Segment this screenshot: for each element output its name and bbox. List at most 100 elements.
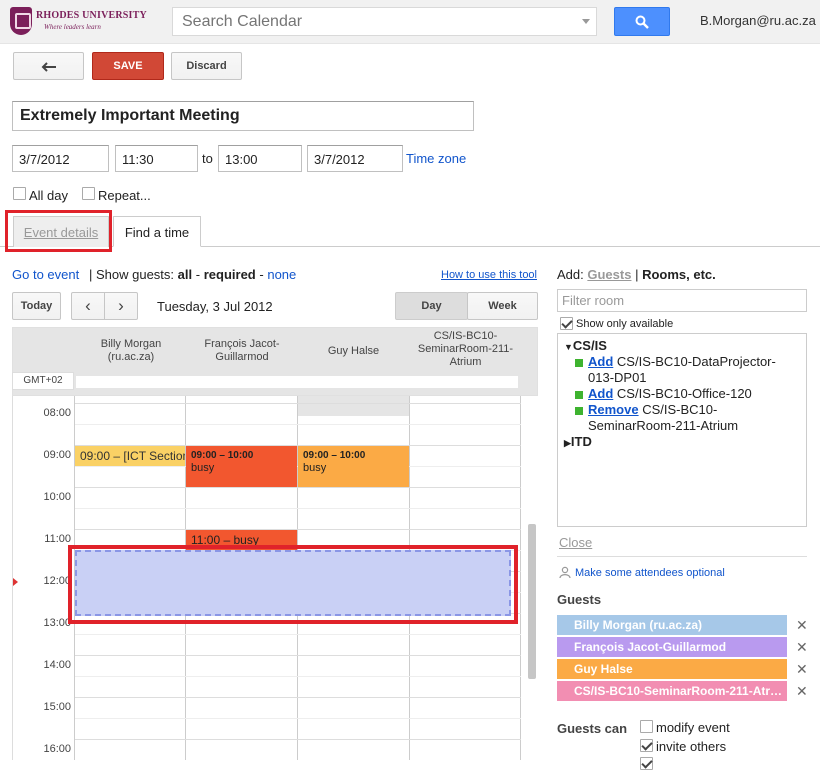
event-time: 09:00 – 10:00: [303, 450, 366, 461]
all-day-checkbox[interactable]: [13, 187, 26, 200]
time-zone-link[interactable]: Time zone: [406, 151, 466, 166]
column-header: Billy Morgan (ru.ac.za): [76, 338, 186, 364]
event-block[interactable]: 09:00 – 10:00 busy: [186, 446, 297, 487]
start-time-field[interactable]: 11:30: [115, 145, 198, 172]
university-logo[interactable]: RHODES UNIVERSITY Where leaders learn: [10, 7, 147, 37]
to-label: to: [202, 151, 213, 166]
guest-chip[interactable]: François Jacot-Guillarmod: [557, 637, 787, 657]
end-date-field[interactable]: 3/7/2012: [307, 145, 403, 172]
chevron-right-icon: ›: [118, 296, 124, 315]
room-group-itd[interactable]: ▶ITD: [564, 434, 592, 451]
logo-name: RHODES UNIVERSITY: [36, 10, 147, 21]
show-dash: -: [259, 267, 264, 282]
column-header: Guy Halse: [298, 345, 409, 358]
guests-tab-link[interactable]: Guests: [587, 267, 631, 282]
discard-button[interactable]: Discard: [171, 52, 242, 80]
room-name: 013-DP01: [588, 370, 647, 385]
remove-guest-icon[interactable]: ✕: [796, 639, 808, 656]
column-header-line: Billy Morgan: [100, 338, 162, 350]
week-view-button[interactable]: Week: [467, 292, 538, 320]
how-to-use-link[interactable]: How to use this tool: [441, 269, 537, 281]
end-time-field[interactable]: 13:00: [218, 145, 302, 172]
guest-chip[interactable]: Billy Morgan (ru.ac.za): [557, 615, 787, 635]
hour-line: [75, 697, 521, 698]
guest-chip[interactable]: CS/IS-BC10-SeminarRoom-211-Atr…: [557, 681, 787, 701]
remove-room-link[interactable]: Remove: [588, 402, 639, 417]
timezone-label: GMT+02: [12, 372, 74, 390]
all-day-row[interactable]: [76, 376, 518, 388]
remove-guest-icon[interactable]: ✕: [796, 661, 808, 678]
make-optional-link[interactable]: Make some attendees optional: [575, 567, 725, 579]
event-block[interactable]: 09:00 – [ICT Section: [75, 446, 185, 466]
guests-heading: Guests: [557, 592, 602, 607]
prev-day-button[interactable]: ‹: [71, 292, 105, 320]
show-all-option[interactable]: all: [178, 267, 192, 282]
user-account[interactable]: B.Morgan@ru.ac.za: [700, 13, 816, 28]
repeat-checkbox[interactable]: [82, 187, 95, 200]
hour-label: 16:00: [43, 743, 71, 755]
available-status-icon: [575, 407, 583, 415]
show-only-available-checkbox[interactable]: [560, 317, 573, 330]
room-name: CS/IS-BC10-: [642, 402, 718, 417]
hour-line: [75, 529, 521, 530]
invite-others-checkbox[interactable]: [640, 739, 653, 752]
close-room-list-link[interactable]: Close: [559, 535, 592, 550]
half-hour-line: [75, 676, 521, 677]
event-block[interactable]: 09:00 – 10:00 busy: [298, 446, 409, 487]
room-name: SeminarRoom-211-Atrium: [588, 418, 739, 433]
show-guests-label: | Show guests:: [89, 267, 175, 282]
rooms-tab[interactable]: Rooms, etc.: [642, 267, 716, 282]
hour-label: 11:00: [44, 533, 71, 545]
see-guest-list-checkbox[interactable]: [640, 757, 653, 770]
grid-scrollbar[interactable]: [528, 524, 536, 679]
crest-icon: [10, 7, 32, 35]
hour-label: 12:00: [43, 575, 71, 587]
room-list: ▼CS/IS Add CS/IS-BC10-DataProjector- 013…: [557, 333, 807, 527]
hour-line: [75, 739, 521, 740]
search-options-chevron-icon[interactable]: [582, 19, 590, 24]
room-name: CS/IS-BC10-Office-120: [616, 386, 752, 401]
person-icon: [559, 566, 571, 578]
search-icon: [635, 15, 649, 29]
room-item: Remove CS/IS-BC10- SeminarRoom-211-Atriu…: [588, 402, 738, 434]
remove-guest-icon[interactable]: ✕: [796, 617, 808, 634]
add-room-link[interactable]: Add: [588, 354, 613, 369]
column-header: François Jacot- Guillarmod: [187, 338, 297, 364]
room-group-csis[interactable]: ▼CS/IS: [564, 338, 607, 355]
all-day-label: All day: [29, 188, 69, 203]
today-button[interactable]: Today: [12, 292, 61, 320]
hour-line: [75, 403, 521, 404]
guest-chip[interactable]: Guy Halse: [557, 659, 787, 679]
search-button[interactable]: [614, 7, 670, 36]
hour-label: 08:00: [43, 407, 71, 419]
show-required-option[interactable]: required: [204, 267, 256, 282]
column-header-line: (ru.ac.za): [107, 351, 155, 363]
filter-room-input[interactable]: Filter room: [557, 289, 807, 312]
collapsed-triangle-icon: ▶: [564, 438, 571, 448]
go-to-event-link[interactable]: Go to event: [12, 267, 79, 282]
selection-highlight-box: [68, 545, 518, 624]
next-day-button[interactable]: ›: [104, 292, 138, 320]
column-header-line: Atrium: [449, 356, 482, 368]
day-view-button[interactable]: Day: [395, 292, 468, 320]
add-room-link[interactable]: Add: [588, 386, 613, 401]
remove-guest-icon[interactable]: ✕: [796, 683, 808, 700]
half-hour-line: [75, 718, 521, 719]
event-title-input[interactable]: Extremely Important Meeting: [12, 101, 474, 131]
unavailable-block: [297, 396, 409, 416]
event-text: 09:00 – [ICT Section: [80, 449, 185, 463]
modify-event-checkbox[interactable]: [640, 720, 653, 733]
tab-find-a-time[interactable]: Find a time: [113, 216, 201, 247]
save-button[interactable]: SAVE: [92, 52, 164, 80]
search-input[interactable]: [173, 8, 563, 35]
show-none-option[interactable]: none: [267, 267, 296, 282]
start-date-field[interactable]: 3/7/2012: [12, 145, 109, 172]
search-box[interactable]: [172, 7, 597, 36]
back-arrow-icon: [41, 62, 56, 72]
available-status-icon: [575, 359, 583, 367]
current-time-marker-icon: [13, 578, 18, 586]
back-button[interactable]: [13, 52, 84, 80]
event-time: 09:00 – 10:00: [191, 450, 254, 461]
logo-tagline: Where leaders learn: [44, 23, 101, 31]
divider: [557, 556, 807, 557]
